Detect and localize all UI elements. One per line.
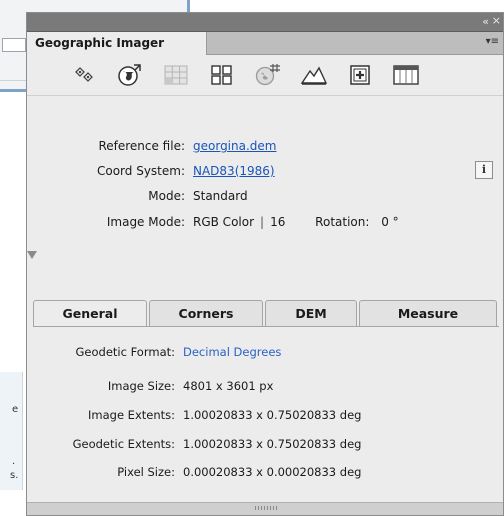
separator-bar: | xyxy=(260,215,265,229)
geodetic-format-link[interactable]: Decimal Degrees xyxy=(183,345,281,359)
image-size-row: Image Size: 4801 x 3601 px xyxy=(33,379,499,397)
geographic-imager-panel: « × Geographic Imager ▾≡ Reference file:… xyxy=(26,12,504,516)
geodetic-format-row: Geodetic Format: Decimal Degrees xyxy=(33,345,499,363)
add-icon[interactable] xyxy=(343,61,377,89)
bit-depth-value: 16 xyxy=(270,215,286,229)
general-tab-content: Geodetic Format: Decimal Degrees Image S… xyxy=(33,326,499,507)
tab-corners[interactable]: Corners xyxy=(149,300,263,326)
panel-titlebar[interactable]: « × xyxy=(27,13,503,32)
grip-dots-icon xyxy=(255,506,279,510)
image-mode-value-group: RGB Color | 16 Rotation: 0 ° xyxy=(193,215,399,229)
table-icon[interactable] xyxy=(389,61,423,89)
tab-dem[interactable]: DEM xyxy=(265,300,357,326)
image-mode-value: RGB Color xyxy=(193,215,255,229)
info-icon[interactable]: i xyxy=(475,161,493,179)
tab-measure[interactable]: Measure xyxy=(359,300,497,326)
grid-icon[interactable] xyxy=(159,61,193,89)
panel-tab-geographic-imager[interactable]: Geographic Imager xyxy=(27,32,207,55)
pixel-size-row: Pixel Size: 0.00020833 x 0.00020833 deg xyxy=(33,465,499,483)
background-text-fragment: . xyxy=(12,456,16,467)
toolbar xyxy=(27,54,503,96)
image-size-label: Image Size: xyxy=(107,379,175,393)
georeference-icon[interactable] xyxy=(67,61,101,89)
map-edit-icon[interactable] xyxy=(251,61,285,89)
image-size-value: 4801 x 3601 px xyxy=(183,379,274,393)
background-input-field xyxy=(2,38,26,52)
geodetic-extents-value: 1.00020833 x 0.75020833 deg xyxy=(183,437,362,451)
tile-icon[interactable] xyxy=(205,61,239,89)
reference-file-label: Reference file: xyxy=(98,139,185,153)
panel-menu-icon[interactable]: ▾≡ xyxy=(486,36,499,47)
close-panel-button[interactable]: × xyxy=(492,14,501,27)
coord-system-link[interactable]: NAD83(1986) xyxy=(193,164,275,178)
resize-grip[interactable] xyxy=(27,502,503,515)
collapse-panel-button[interactable]: « xyxy=(482,15,489,28)
tab-general[interactable]: General xyxy=(33,300,147,327)
pixel-size-label: Pixel Size: xyxy=(117,465,175,479)
image-mode-label: Image Mode: xyxy=(106,215,185,229)
background-text-fragment: e xyxy=(12,404,19,415)
tab-bar: General Corners DEM Measure xyxy=(33,300,499,327)
rotation-value: 0 ° xyxy=(381,215,399,229)
geodetic-format-label: Geodetic Format: xyxy=(75,345,175,359)
file-info-section: Reference file: georgina.dem Coord Syste… xyxy=(27,101,503,291)
image-extents-row: Image Extents: 1.00020833 x 0.75020833 d… xyxy=(33,408,499,426)
geodetic-extents-label: Geodetic Extents: xyxy=(72,437,175,451)
coord-system-label: Coord System: xyxy=(96,164,185,178)
coord-system-row: Coord System: NAD83(1986) xyxy=(27,164,503,182)
image-extents-label: Image Extents: xyxy=(88,408,175,422)
background-text-fragment: s. xyxy=(10,470,19,481)
mode-label: Mode: xyxy=(148,189,185,203)
mode-row: Mode: Standard xyxy=(27,189,503,207)
image-extents-value: 1.00020833 x 0.75020833 deg xyxy=(183,408,362,422)
panel-tab-row: Geographic Imager ▾≡ xyxy=(27,32,503,55)
geodetic-extents-row: Geodetic Extents: 1.00020833 x 0.7502083… xyxy=(33,437,499,455)
terrain-icon[interactable] xyxy=(297,61,331,89)
rotation-label: Rotation: xyxy=(315,215,370,229)
expand-triangle-icon[interactable] xyxy=(27,251,37,259)
mode-value: Standard xyxy=(193,189,248,203)
reference-file-row: Reference file: georgina.dem xyxy=(27,139,503,157)
reference-file-link[interactable]: georgina.dem xyxy=(193,139,276,153)
globe-icon[interactable] xyxy=(113,61,147,89)
pixel-size-value: 0.00020833 x 0.00020833 deg xyxy=(183,465,362,479)
image-mode-row: Image Mode: RGB Color | 16 Rotation: 0 ° xyxy=(27,215,503,233)
